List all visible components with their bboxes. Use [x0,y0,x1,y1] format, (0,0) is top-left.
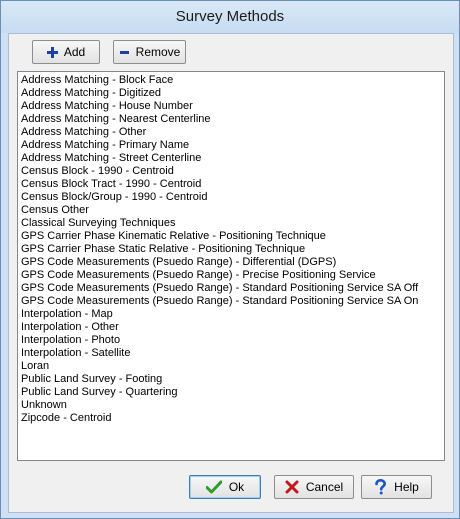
survey-methods-list[interactable]: Address Matching - Block Face Address Mat… [17,71,445,461]
list-item[interactable]: Zipcode - Centroid [21,412,112,425]
help-button-label: Help [394,480,419,494]
list-item[interactable]: Address Matching - Street Centerline [21,152,201,165]
checkmark-icon [205,480,222,494]
list-item[interactable]: Address Matching - Nearest Centerline [21,113,211,126]
list-item[interactable]: Address Matching - Block Face [21,74,173,87]
x-icon [285,480,299,494]
list-item[interactable]: Interpolation - Photo [21,334,120,347]
add-button[interactable]: Add [32,40,100,64]
question-mark-icon [375,479,387,495]
list-item[interactable]: Census Other [21,204,89,217]
list-item[interactable]: GPS Code Measurements (Psuedo Range) - D… [21,256,336,269]
list-item[interactable]: Census Block/Group - 1990 - Centroid [21,191,207,204]
list-item[interactable]: Interpolation - Other [21,321,119,334]
list-item[interactable]: GPS Code Measurements (Psuedo Range) - S… [21,295,418,308]
minus-icon [119,47,130,58]
list-item[interactable]: GPS Carrier Phase Static Relative - Posi… [21,243,305,256]
list-item[interactable]: Public Land Survey - Footing [21,373,162,386]
list-item[interactable]: Census Block Tract - 1990 - Centroid [21,178,201,191]
list-item[interactable]: Unknown [21,399,67,412]
remove-button[interactable]: Remove [113,40,186,64]
help-button[interactable]: Help [361,475,432,499]
list-item[interactable]: Address Matching - Digitized [21,87,161,100]
ok-button[interactable]: Ok [189,475,261,499]
list-item[interactable]: Address Matching - House Number [21,100,193,113]
list-item[interactable]: Census Block - 1990 - Centroid [21,165,174,178]
cancel-button[interactable]: Cancel [274,475,354,499]
dialog-client-area: Add Remove Address Matching - Block Face… [8,33,454,513]
list-item[interactable]: Loran [21,360,49,373]
ok-button-label: Ok [228,480,245,494]
window-title: Survey Methods [175,8,285,25]
list-item[interactable]: GPS Code Measurements (Psuedo Range) - S… [21,282,418,295]
title-bar[interactable]: Survey Methods [1,1,459,33]
list-item[interactable]: Public Land Survey - Quartering [21,386,178,399]
list-item[interactable]: Classical Surveying Techniques [21,217,176,230]
list-item[interactable]: Address Matching - Other [21,126,146,139]
add-button-label: Add [63,45,86,59]
list-item[interactable]: GPS Carrier Phase Kinematic Relative - P… [21,230,326,243]
plus-icon [46,46,58,58]
cancel-button-label: Cancel [305,480,344,494]
list-item[interactable]: Interpolation - Satellite [21,347,130,360]
dialog-button-bar: Ok Cancel Help [9,464,453,512]
list-item[interactable]: Address Matching - Primary Name [21,139,189,152]
survey-methods-dialog: Survey Methods Add Remove Address Matchi… [0,0,460,519]
list-item[interactable]: GPS Code Measurements (Psuedo Range) - P… [21,269,376,282]
list-item[interactable]: Interpolation - Map [21,308,113,321]
remove-button-label: Remove [135,45,181,59]
